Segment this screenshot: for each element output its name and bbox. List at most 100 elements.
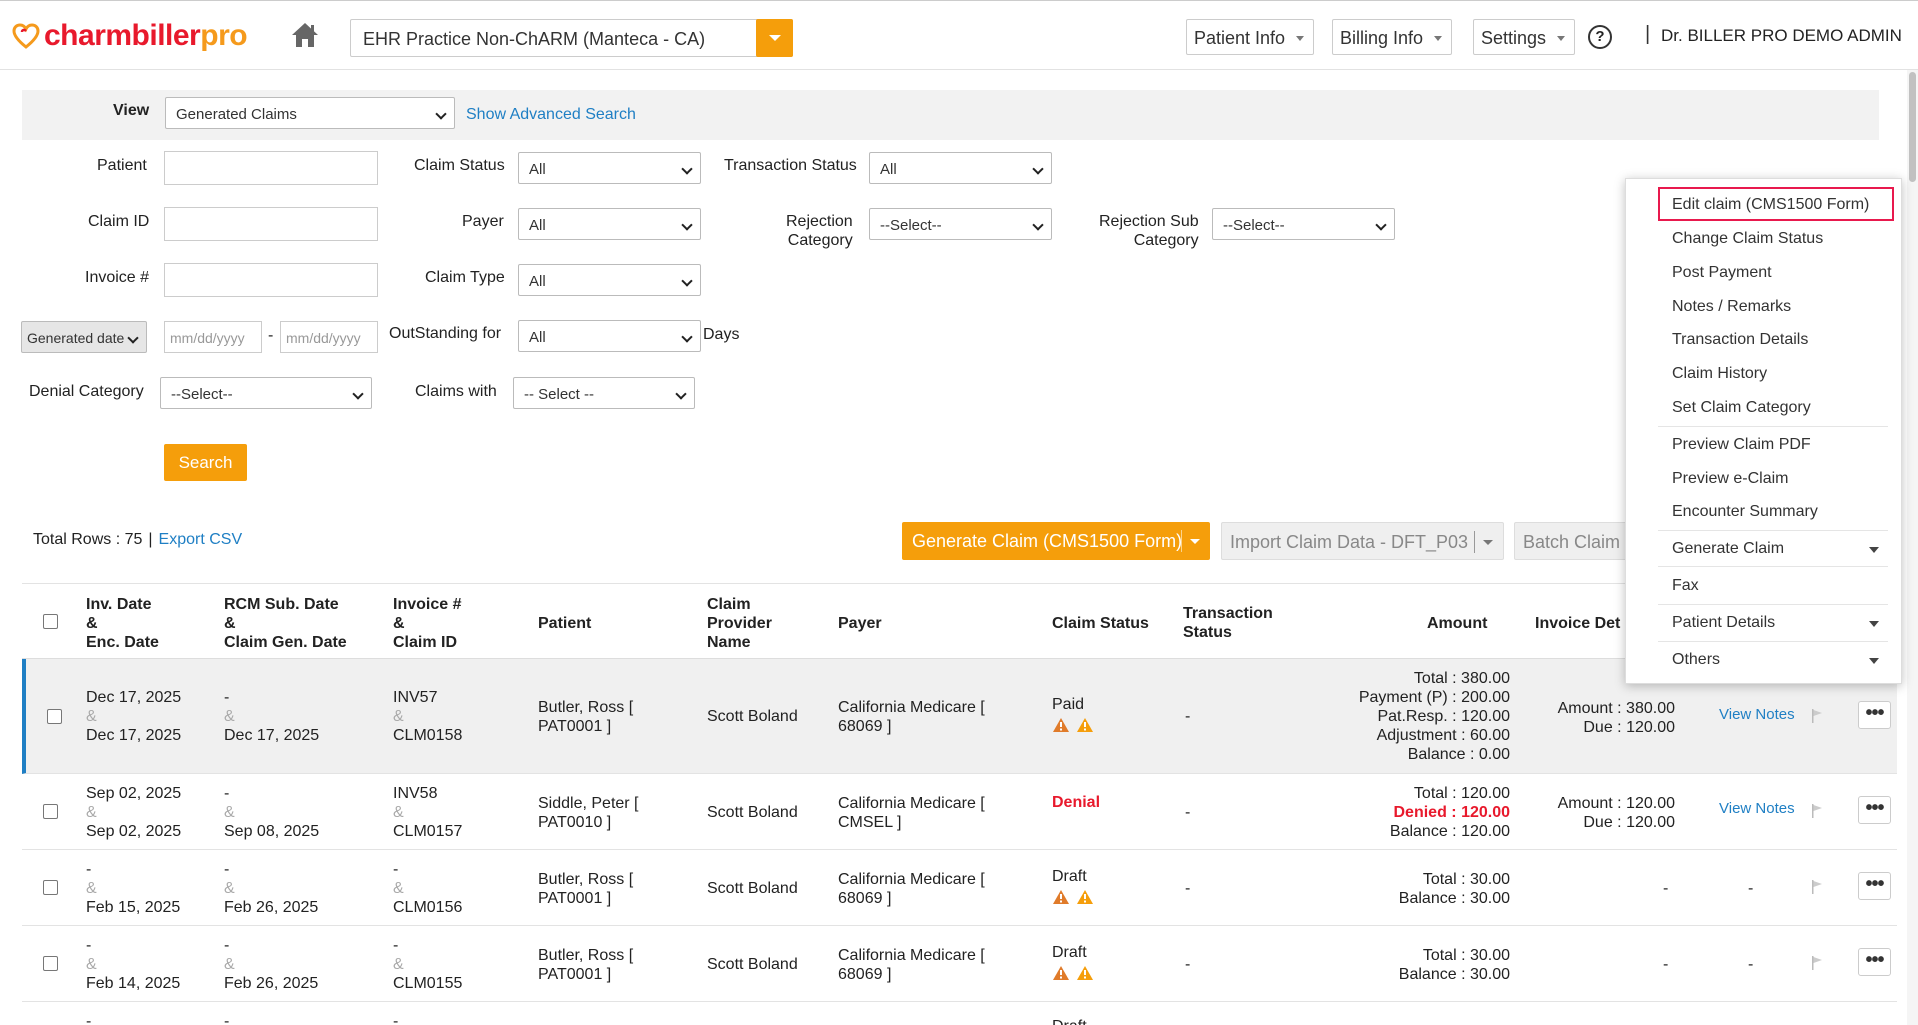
generate-claim-button[interactable]: Generate Claim (CMS1500 Form) (902, 522, 1210, 560)
table-row[interactable]: - & Feb 14, 2025 - & Feb 26, 2025 - & CL… (22, 926, 1897, 1002)
flag-icon[interactable] (1811, 804, 1823, 818)
search-button[interactable]: Search (164, 444, 247, 481)
rejection-sub-category-select[interactable]: --Select-- (1212, 208, 1395, 240)
header-payer[interactable]: Payer (838, 614, 882, 633)
warning-icon[interactable] (1076, 965, 1094, 981)
outstanding-select[interactable]: All (518, 320, 701, 352)
charmbillerpro-logo[interactable]: charm biller pro (12, 19, 248, 53)
header-inv-date[interactable]: Inv. Date & Enc. Date (86, 595, 159, 652)
header-inv-date-line3: Enc. Date (86, 634, 159, 651)
select-all-checkbox[interactable] (43, 614, 58, 629)
row-actions-button[interactable]: ••• (1858, 872, 1891, 900)
flag-icon[interactable] (1811, 709, 1823, 723)
billing-info-menu[interactable]: Billing Info (1332, 19, 1453, 55)
practice-dropdown-button[interactable] (756, 19, 793, 57)
claim-id-input[interactable] (164, 207, 378, 241)
patient-cell: Butler, Ross [ PAT0001 ] (538, 698, 633, 736)
show-advanced-search-link[interactable]: Show Advanced Search (466, 106, 636, 124)
date-from-input[interactable]: mm/dd/yyyy (164, 321, 262, 353)
rcm-date: - (224, 1013, 230, 1025)
menu-preview-e-claim[interactable]: Preview e-Claim (1672, 470, 1788, 488)
import-claim-caret-icon[interactable] (1483, 540, 1493, 545)
settings-menu[interactable]: Settings (1473, 19, 1576, 55)
row-actions-button[interactable]: ••• (1858, 701, 1891, 729)
warning-icon[interactable] (1052, 889, 1070, 905)
menu-set-claim-category[interactable]: Set Claim Category (1672, 399, 1811, 417)
menu-others[interactable]: Others (1672, 651, 1720, 669)
table-row[interactable]: - & Feb 15, 2025 - & Feb 26, 2025 - & CL… (22, 850, 1897, 926)
date-type-select[interactable]: Generated date (21, 321, 147, 353)
payer-id: 68069 ] (838, 890, 892, 907)
header-provider[interactable]: Claim Provider Name (707, 595, 772, 652)
patient-info-menu[interactable]: Patient Info (1186, 19, 1315, 55)
row-checkbox[interactable] (47, 709, 62, 724)
row-checkbox[interactable] (43, 956, 58, 971)
claim-status-select[interactable]: All (518, 152, 701, 184)
header-invoice[interactable]: Invoice # & Claim ID (393, 595, 461, 652)
help-icon[interactable]: ? (1588, 25, 1612, 49)
warning-icon[interactable] (1076, 717, 1094, 733)
date-to-input[interactable]: mm/dd/yyyy (280, 321, 378, 353)
inv-date: - (86, 861, 92, 878)
warning-icon[interactable] (1052, 965, 1070, 981)
menu-preview-claim-pdf[interactable]: Preview Claim PDF (1672, 436, 1811, 454)
logo-biller: biller (131, 19, 201, 52)
row-checkbox[interactable] (43, 804, 58, 819)
provider-cell: Scott Boland (707, 956, 798, 973)
rejection-category-select[interactable]: --Select-- (869, 208, 1052, 240)
amp: & (393, 880, 404, 897)
menu-notes-remarks[interactable]: Notes / Remarks (1672, 298, 1791, 316)
menu-post-payment[interactable]: Post Payment (1672, 264, 1772, 282)
denial-category-select[interactable]: --Select-- (160, 377, 372, 409)
view-notes-link[interactable]: View Notes (1719, 800, 1795, 817)
view-notes-link[interactable]: View Notes (1719, 706, 1795, 723)
user-name[interactable]: Dr. BILLER PRO DEMO ADMIN (1661, 26, 1902, 46)
menu-claim-history[interactable]: Claim History (1672, 365, 1767, 383)
generate-claim-label: Generate Claim (CMS1500 Form) (912, 531, 1183, 551)
practice-select[interactable]: EHR Practice Non-ChARM (Manteca - CA) (350, 19, 793, 57)
warning-icon[interactable] (1052, 717, 1070, 733)
table-row[interactable]: - - - Draft (22, 1002, 1897, 1025)
invoice-input[interactable] (164, 263, 378, 297)
menu-fax[interactable]: Fax (1672, 577, 1699, 595)
claims-with-select[interactable]: -- Select -- (513, 377, 695, 409)
menu-transaction-details[interactable]: Transaction Details (1672, 331, 1808, 349)
header-transaction-status[interactable]: Transaction Status (1183, 604, 1273, 642)
patient-id: PAT0001 ] (538, 718, 612, 735)
table-row[interactable]: Dec 17, 2025 & Dec 17, 2025 - & Dec 17, … (22, 659, 1897, 774)
header-rcm-date[interactable]: RCM Sub. Date & Claim Gen. Date (224, 595, 347, 652)
logo-pro: pro (200, 19, 248, 52)
menu-change-claim-status[interactable]: Change Claim Status (1672, 230, 1823, 248)
scrollbar-thumb[interactable] (1909, 72, 1916, 182)
flag-icon[interactable] (1811, 880, 1823, 894)
invoice-details-cell: Amount : 380.00 Due : 120.00 (1506, 699, 1675, 737)
header-amount[interactable]: Amount (1427, 614, 1487, 633)
header-patient[interactable]: Patient (538, 614, 591, 633)
claim-status-cell: Paid (1052, 695, 1094, 733)
menu-encounter-summary[interactable]: Encounter Summary (1672, 503, 1818, 521)
patient-input[interactable] (164, 151, 378, 185)
home-icon[interactable] (290, 21, 320, 49)
warning-icon[interactable] (1076, 889, 1094, 905)
row-actions-button[interactable]: ••• (1858, 796, 1891, 824)
import-claim-button[interactable]: Import Claim Data - DFT_P03 (1221, 522, 1504, 560)
export-csv-link[interactable]: Export CSV (159, 531, 243, 548)
view-select[interactable]: Generated Claims (165, 97, 455, 129)
amp: & (393, 956, 404, 973)
patient-id: PAT0010 ] (538, 814, 612, 831)
menu-generate-claim[interactable]: Generate Claim (1672, 540, 1784, 558)
claim-id-label: Claim ID (88, 213, 150, 230)
menu-edit-claim[interactable]: Edit claim (CMS1500 Form) (1672, 196, 1869, 214)
payer-select[interactable]: All (518, 208, 701, 240)
table-row[interactable]: Sep 02, 2025 & Sep 02, 2025 - & Sep 08, … (22, 774, 1897, 850)
flag-icon[interactable] (1811, 956, 1823, 970)
row-checkbox[interactable] (43, 880, 58, 895)
header-claim-status[interactable]: Claim Status (1052, 614, 1149, 633)
generate-claim-caret-icon[interactable] (1190, 539, 1200, 544)
row-actions-button[interactable]: ••• (1858, 948, 1891, 976)
transaction-status-select[interactable]: All (869, 152, 1052, 184)
menu-patient-details[interactable]: Patient Details (1672, 614, 1775, 632)
claim-type-select[interactable]: All (518, 264, 701, 296)
header-invoice-details[interactable]: Invoice Det (1535, 614, 1620, 633)
page-scrollbar[interactable] (1907, 70, 1918, 1025)
